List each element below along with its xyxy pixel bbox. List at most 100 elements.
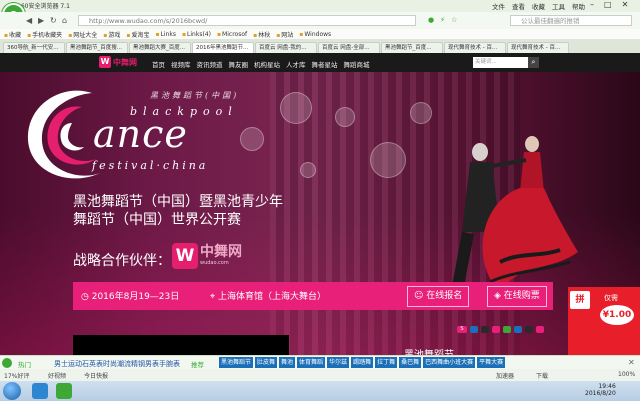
nav-talent[interactable]: 人才库 bbox=[286, 59, 306, 69]
menu-tools[interactable]: 工具 bbox=[552, 1, 565, 11]
menu-file[interactable]: 文件 bbox=[492, 1, 505, 11]
bokeh-light bbox=[335, 107, 355, 127]
site-search-input[interactable]: 关键词... bbox=[473, 57, 528, 68]
section-title: 黑池舞蹈节 bbox=[404, 346, 454, 355]
nav-news[interactable]: 资讯频道 bbox=[197, 59, 223, 69]
ticker-tag[interactable]: 舞池 bbox=[279, 357, 296, 368]
bokeh-light bbox=[280, 92, 312, 124]
bookmark-item[interactable]: 林秋 bbox=[253, 30, 270, 39]
menu-view[interactable]: 查看 bbox=[512, 1, 525, 11]
browser-tab[interactable]: 百度云 网盘-我的... bbox=[255, 42, 317, 53]
minimize-icon[interactable]: – bbox=[590, 0, 594, 9]
share-s-icon[interactable]: S bbox=[457, 326, 467, 333]
status-video[interactable]: 好视频 bbox=[48, 371, 66, 380]
shield-icon[interactable]: ● bbox=[428, 16, 434, 24]
status-news[interactable]: 今日快报 bbox=[84, 371, 108, 380]
status-accelerator[interactable]: 加速器 bbox=[496, 371, 514, 380]
ticker-tag[interactable]: 体育舞蹈 bbox=[297, 357, 326, 368]
nav-orgs[interactable]: 机构星站 bbox=[254, 59, 280, 69]
close-icon[interactable]: ✕ bbox=[622, 0, 629, 9]
share-icon[interactable] bbox=[503, 326, 511, 333]
bookmark-item[interactable]: 收藏 bbox=[4, 30, 21, 39]
close-icon[interactable]: ✕ bbox=[628, 358, 635, 367]
bokeh-light bbox=[370, 142, 406, 178]
search-icon[interactable]: ⌕ bbox=[528, 57, 539, 68]
w-logo-icon: W bbox=[172, 242, 198, 269]
refresh-icon[interactable]: ↻ bbox=[50, 16, 57, 25]
nav-dancers[interactable]: 舞者星站 bbox=[312, 59, 338, 69]
start-button-icon[interactable] bbox=[3, 382, 21, 400]
share-icon[interactable] bbox=[536, 326, 544, 333]
bookmark-item[interactable]: 网址大全 bbox=[68, 30, 97, 39]
share-icon[interactable] bbox=[514, 326, 522, 333]
video-player[interactable] bbox=[73, 335, 289, 355]
ticker-tag[interactable]: 桑巴舞 bbox=[399, 357, 422, 368]
forward-icon[interactable]: ▶ bbox=[38, 16, 44, 25]
ticker-tag[interactable]: 平舞大赛 bbox=[477, 357, 506, 368]
star-icon[interactable]: ☆ bbox=[451, 16, 457, 24]
home-icon[interactable]: ⌂ bbox=[62, 16, 67, 25]
lightning-icon[interactable]: ⚡ bbox=[440, 16, 445, 24]
share-icon[interactable] bbox=[492, 326, 500, 333]
ticker-tag[interactable]: 踢踏舞 bbox=[351, 357, 374, 368]
bookmark-item[interactable]: 爱淘宝 bbox=[126, 30, 149, 39]
status-zoom[interactable]: 100% bbox=[618, 371, 635, 378]
bookmark-item[interactable]: Windows bbox=[299, 31, 331, 38]
nav-home[interactable]: 首页 bbox=[152, 59, 165, 69]
browser-tab[interactable]: 黑池舞蹈大赛_百度... bbox=[129, 42, 191, 53]
bookmark-item[interactable]: Microsof bbox=[217, 31, 247, 38]
browser-tab[interactable]: 现代舞育技术 - 百... bbox=[444, 42, 506, 53]
nav-video[interactable]: 视频库 bbox=[171, 59, 191, 69]
menu-favorites[interactable]: 收藏 bbox=[532, 1, 545, 11]
status-rating[interactable]: 17%好评 bbox=[4, 371, 29, 380]
event-info-bar: ◷ 2016年8月19—23日 ⌖ 上海体育馆（上海大舞台） ☺ 在线报名 ◈ … bbox=[73, 282, 553, 310]
url-input[interactable]: http://www.wudao.com/s/2016bcwd/ bbox=[78, 15, 416, 26]
back-icon[interactable]: ◀ bbox=[26, 16, 32, 25]
nav-friends[interactable]: 舞友圈 bbox=[229, 59, 249, 69]
ticker-tag[interactable]: 拉丁舞 bbox=[375, 357, 398, 368]
bookmark-item[interactable]: 网站 bbox=[276, 30, 293, 39]
partner-logo[interactable]: W 中舞网 wudao.com bbox=[172, 242, 248, 269]
nav-shop[interactable]: 舞蹈商城 bbox=[344, 59, 370, 69]
bookmark-item[interactable]: Links bbox=[155, 31, 176, 38]
browser-tab[interactable]: 现代舞育技术 - 百... bbox=[507, 42, 569, 53]
bokeh-light bbox=[410, 102, 432, 124]
search-input[interactable]: 公认最佳翻遍的推销 bbox=[510, 15, 632, 26]
ticker-news-link[interactable]: 男士运动石英表时尚潮流精钢男表手腕表 bbox=[54, 359, 180, 369]
bookmark-item[interactable]: 游戏 bbox=[103, 30, 120, 39]
browser-tab[interactable]: 黑池舞蹈节_百度... bbox=[381, 42, 443, 53]
browser-tab[interactable]: 百度云 网盘-全部... bbox=[318, 42, 380, 53]
event-venue: ⌖ 上海体育馆（上海大舞台） bbox=[210, 292, 326, 302]
status-download[interactable]: 下载 bbox=[536, 371, 548, 380]
promo-label: 仅需 bbox=[604, 294, 618, 302]
site-menu: 首页 视频库 资讯频道 舞友圈 机构星站 人才库 舞者星站 舞蹈商城 bbox=[152, 59, 370, 69]
promo-ad[interactable]: 拼 仅需 ¥1.00 bbox=[568, 287, 640, 355]
menu-help[interactable]: 帮助 bbox=[572, 1, 585, 11]
ticker-tag[interactable]: 黑池舞蹈节 bbox=[219, 357, 254, 368]
bokeh-light bbox=[300, 162, 316, 178]
browser-tab-active[interactable]: 2016年黑池舞蹈节... bbox=[192, 42, 254, 53]
ticker-tag[interactable]: 华尔兹 bbox=[327, 357, 350, 368]
clock-time: 19:46 bbox=[598, 383, 616, 390]
bookmark-item[interactable]: 手机收藏夹 bbox=[27, 30, 62, 39]
site-logo[interactable]: W 中舞网 bbox=[99, 56, 137, 68]
browser-taskbar-icon[interactable] bbox=[56, 383, 72, 399]
bookmark-item[interactable]: Links(4) bbox=[182, 31, 211, 38]
share-icon[interactable] bbox=[525, 326, 533, 333]
share-icon[interactable] bbox=[470, 326, 478, 333]
share-icon[interactable] bbox=[481, 326, 489, 333]
w-logo-icon: W bbox=[99, 56, 111, 68]
ie-taskbar-icon[interactable] bbox=[32, 383, 48, 399]
ticker-tag[interactable]: 肚皮舞 bbox=[255, 357, 278, 368]
bokeh-light bbox=[240, 127, 264, 151]
buy-tickets-button[interactable]: ◈ 在线购票 bbox=[487, 286, 547, 307]
browser-tab[interactable]: 360导航_新一代安... bbox=[3, 42, 65, 53]
system-clock[interactable]: 19:46 2016/8/20 bbox=[585, 383, 616, 397]
event-venue-text: 上海体育馆（上海大舞台） bbox=[217, 292, 326, 302]
browser-title: 360安全浏览器 7.1 bbox=[17, 3, 70, 10]
maximize-icon[interactable]: □ bbox=[604, 0, 612, 9]
browser-tab[interactable]: 黑池舞蹈节_百度搜... bbox=[66, 42, 128, 53]
signup-button[interactable]: ☺ 在线报名 bbox=[407, 286, 470, 307]
ticker-tag[interactable]: 巴西舞曲小班大赛 bbox=[423, 357, 476, 368]
browser-menu: 文件 查看 收藏 工具 帮助 bbox=[492, 1, 585, 11]
